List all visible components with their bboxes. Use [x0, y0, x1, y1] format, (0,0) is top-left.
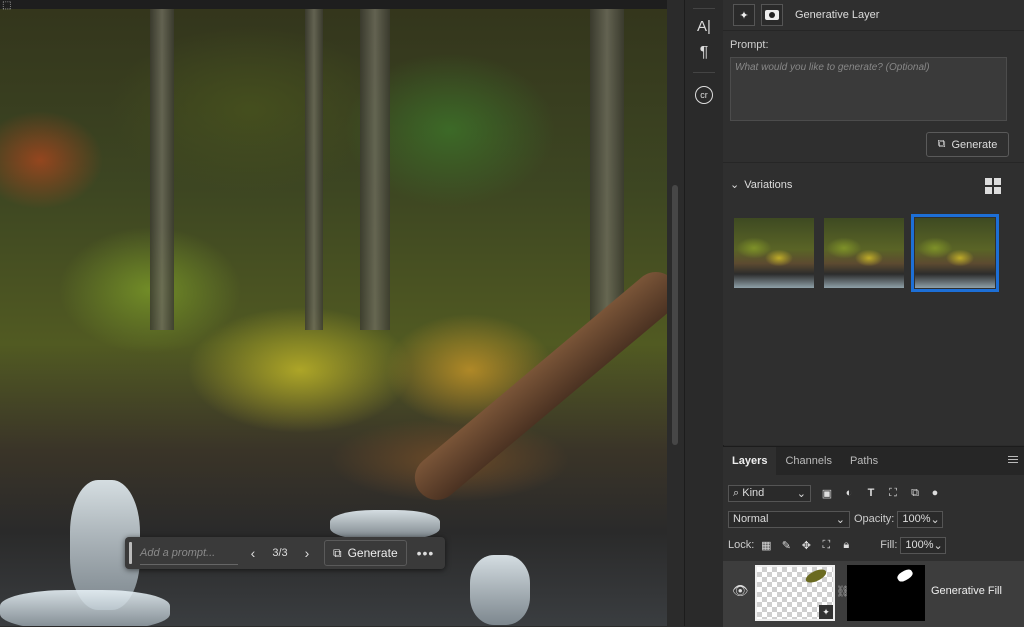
- filter-kind-value: Kind: [742, 486, 765, 499]
- panel-header: ✦ Generative Layer: [723, 0, 1024, 31]
- prompt-label: Prompt:: [730, 39, 769, 51]
- chevron-down-icon: ⌄: [835, 513, 845, 526]
- tree-trunk: [360, 0, 390, 330]
- variation-counter: 3/3: [272, 547, 288, 559]
- smart-object-filter-icon[interactable]: ⧉: [907, 485, 923, 501]
- contextual-task-bar: Add a prompt... ‹ 3/3 › ⧉ Generate •••: [125, 537, 445, 569]
- layer-thumbnail[interactable]: ✦: [755, 565, 835, 621]
- tree-trunk: [305, 0, 323, 330]
- generative-badge-icon: ✦: [819, 605, 833, 619]
- generate-label: Generate: [951, 138, 998, 151]
- lock-row: Lock: ▦ ✎ ✥ ⛶ 🔒︎ Fill: 100% ⌄: [723, 533, 1024, 557]
- tree-trunk: [150, 0, 174, 330]
- previous-variation-button[interactable]: ‹: [244, 545, 262, 561]
- generate-button[interactable]: ⧉ Generate: [324, 540, 407, 566]
- shape-filter-icon[interactable]: ⛶: [885, 485, 901, 501]
- vertical-scrollbar[interactable]: [667, 0, 684, 626]
- layer-mask-thumbnail[interactable]: [847, 565, 925, 621]
- variations-label: Variations: [744, 178, 793, 191]
- divider: [723, 162, 1024, 163]
- waterfall: [0, 590, 170, 626]
- filter-toggle-icon[interactable]: ●: [927, 485, 943, 501]
- generate-icon: ⧉: [937, 138, 946, 150]
- waterfall: [470, 555, 530, 625]
- generative-layer-icon[interactable]: ✦: [733, 4, 755, 26]
- scrollbar-thumb[interactable]: [672, 185, 678, 445]
- divider: [693, 72, 715, 73]
- opacity-field[interactable]: 100% ⌄: [897, 510, 944, 528]
- prompt-input[interactable]: Add a prompt...: [140, 542, 238, 565]
- panel-menu-icon[interactable]: [1008, 456, 1018, 464]
- fallen-log: [405, 263, 667, 509]
- tree-trunk: [590, 0, 624, 330]
- variation-thumbnail-2[interactable]: [824, 218, 904, 288]
- lock-all-icon[interactable]: 🔒︎: [838, 537, 854, 553]
- grid-view-icon[interactable]: [985, 178, 1001, 194]
- variation-thumbnail-3[interactable]: [911, 214, 999, 292]
- adjustment-filter-icon[interactable]: ◐: [841, 485, 857, 501]
- blend-row: Normal ⌄ Opacity: 100% ⌄: [723, 507, 1024, 531]
- lock-image-pixels-icon[interactable]: ✎: [778, 537, 794, 553]
- chevron-down-icon: ⌄: [933, 539, 943, 552]
- document-top-bar: [0, 0, 667, 9]
- layers-panel: Layers Channels Paths ⌕ Kind ⌄ ▣ ◐ T ⛶ ⧉…: [723, 446, 1024, 627]
- generate-icon: ⧉: [333, 545, 342, 560]
- layer-name[interactable]: Generative Fill: [931, 585, 1002, 597]
- waterfall: [330, 510, 440, 540]
- lock-position-icon[interactable]: ✥: [798, 537, 814, 553]
- selection-icon: ⬚: [2, 0, 12, 11]
- panel-generate-button[interactable]: ⧉ Generate: [926, 132, 1009, 157]
- prompt-textarea[interactable]: What would you like to generate? (Option…: [730, 57, 1007, 121]
- tab-paths[interactable]: Paths: [841, 447, 887, 475]
- next-variation-button[interactable]: ›: [298, 545, 316, 561]
- more-options-button[interactable]: •••: [417, 545, 435, 561]
- tab-channels[interactable]: Channels: [776, 447, 840, 475]
- blend-mode-dropdown[interactable]: Normal ⌄: [728, 510, 850, 528]
- lock-transparent-pixels-icon[interactable]: ▦: [758, 537, 774, 553]
- chevron-down-icon: ⌄: [930, 513, 940, 526]
- filter-row: ⌕ Kind ⌄ ▣ ◐ T ⛶ ⧉ ●: [723, 481, 1024, 505]
- chevron-down-icon: ⌄: [730, 179, 740, 191]
- content-credentials-icon[interactable]: cr: [685, 86, 723, 104]
- fill-label: Fill:: [880, 539, 898, 551]
- image-canvas[interactable]: [0, 0, 667, 626]
- pixel-filter-icon[interactable]: ▣: [819, 485, 835, 501]
- type-filter-icon[interactable]: T: [863, 485, 879, 501]
- opacity-value: 100%: [902, 513, 931, 525]
- variations-toggle[interactable]: ⌄ Variations: [730, 178, 793, 192]
- panel-tool-strip: A| ¶ cr: [684, 0, 724, 626]
- panel-tabs: Layers Channels Paths: [723, 447, 1024, 475]
- drag-handle[interactable]: [129, 542, 132, 564]
- opacity-label: Opacity:: [854, 513, 895, 525]
- generate-label: Generate: [347, 546, 398, 560]
- fill-value: 100%: [905, 539, 934, 551]
- chevron-down-icon: ⌄: [796, 487, 806, 500]
- paragraph-panel-icon[interactable]: ¶: [685, 44, 723, 62]
- variation-thumbnail-1[interactable]: [734, 218, 814, 288]
- properties-panel: ✦ Generative Layer Prompt: What would yo…: [723, 0, 1024, 445]
- divider: [693, 8, 715, 9]
- layer-row[interactable]: 👁︎ ✦ ⛓︎ Generative Fill: [723, 561, 1024, 627]
- mask-icon[interactable]: [761, 4, 783, 26]
- lock-label: Lock:: [728, 539, 755, 551]
- filter-kind-dropdown[interactable]: ⌕ Kind ⌄: [728, 484, 811, 502]
- panel-title: Generative Layer: [795, 9, 880, 21]
- character-panel-icon[interactable]: A|: [685, 18, 723, 35]
- blend-mode-value: Normal: [733, 513, 769, 525]
- search-icon: ⌕: [733, 486, 740, 499]
- lock-artboard-icon[interactable]: ⛶: [818, 537, 834, 553]
- visibility-eye-icon[interactable]: 👁︎: [732, 583, 749, 599]
- fill-field[interactable]: 100% ⌄: [900, 536, 947, 554]
- tab-layers[interactable]: Layers: [723, 447, 777, 475]
